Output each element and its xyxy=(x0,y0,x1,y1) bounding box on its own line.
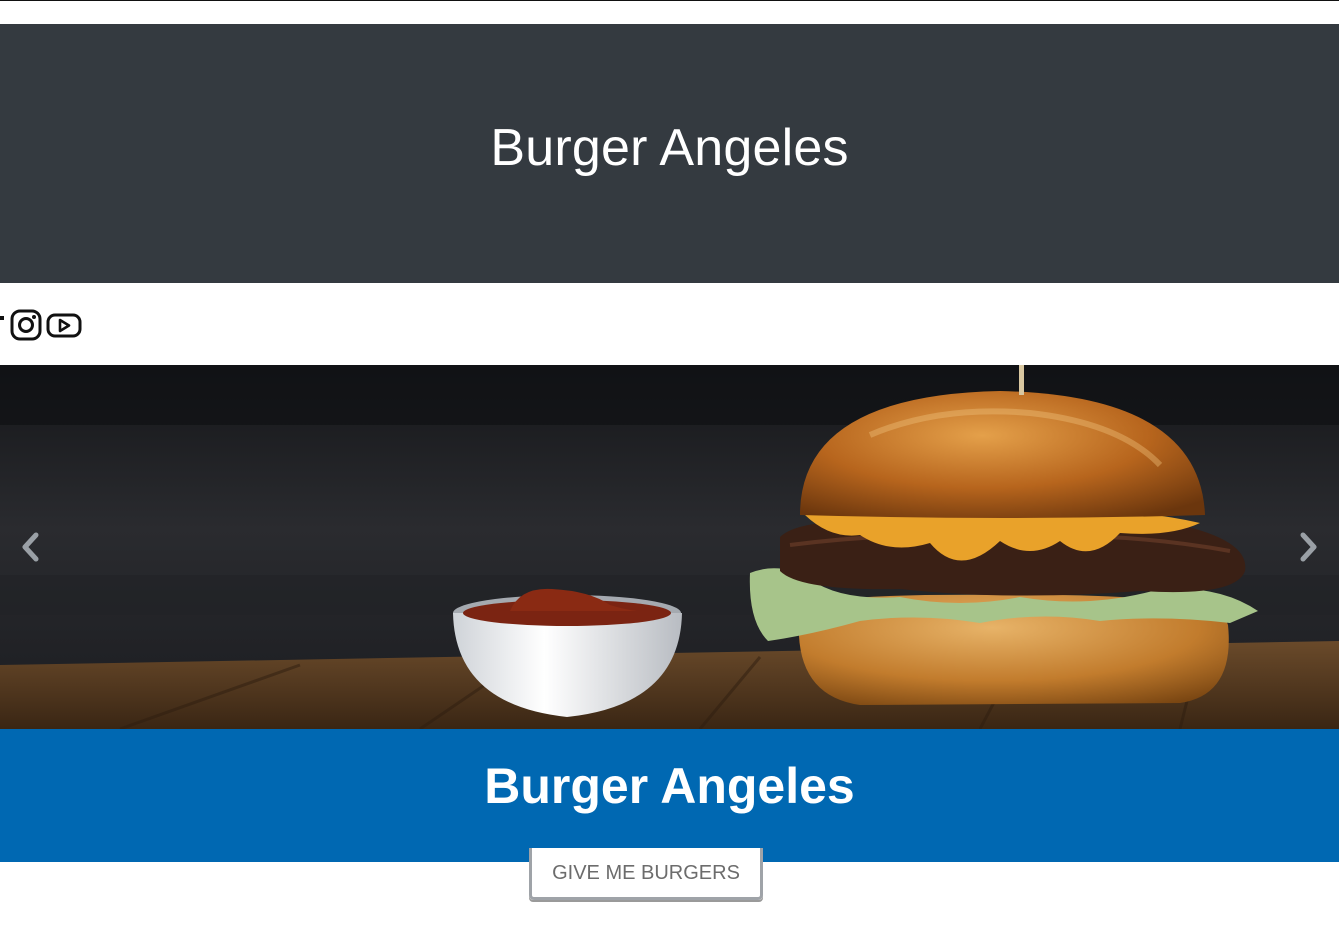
facebook-icon[interactable] xyxy=(0,308,6,342)
chevron-left-icon xyxy=(22,532,39,562)
carousel-prev-button[interactable] xyxy=(0,365,60,729)
instagram-icon[interactable] xyxy=(9,308,43,342)
burger-photo xyxy=(0,365,1339,729)
social-links xyxy=(0,306,82,344)
chevron-right-icon xyxy=(1300,532,1317,562)
carousel-next-button[interactable] xyxy=(1279,365,1339,729)
site-header: Burger Angeles xyxy=(0,24,1339,283)
youtube-icon[interactable] xyxy=(46,308,82,342)
give-me-burgers-button[interactable]: GIVE ME BURGERS xyxy=(529,848,763,900)
carousel-caption: Burger Angeles xyxy=(0,729,1339,862)
caption-title: Burger Angeles xyxy=(484,757,855,814)
top-divider xyxy=(0,0,1339,1)
hero-carousel xyxy=(0,365,1339,729)
site-title: Burger Angeles xyxy=(490,118,849,177)
